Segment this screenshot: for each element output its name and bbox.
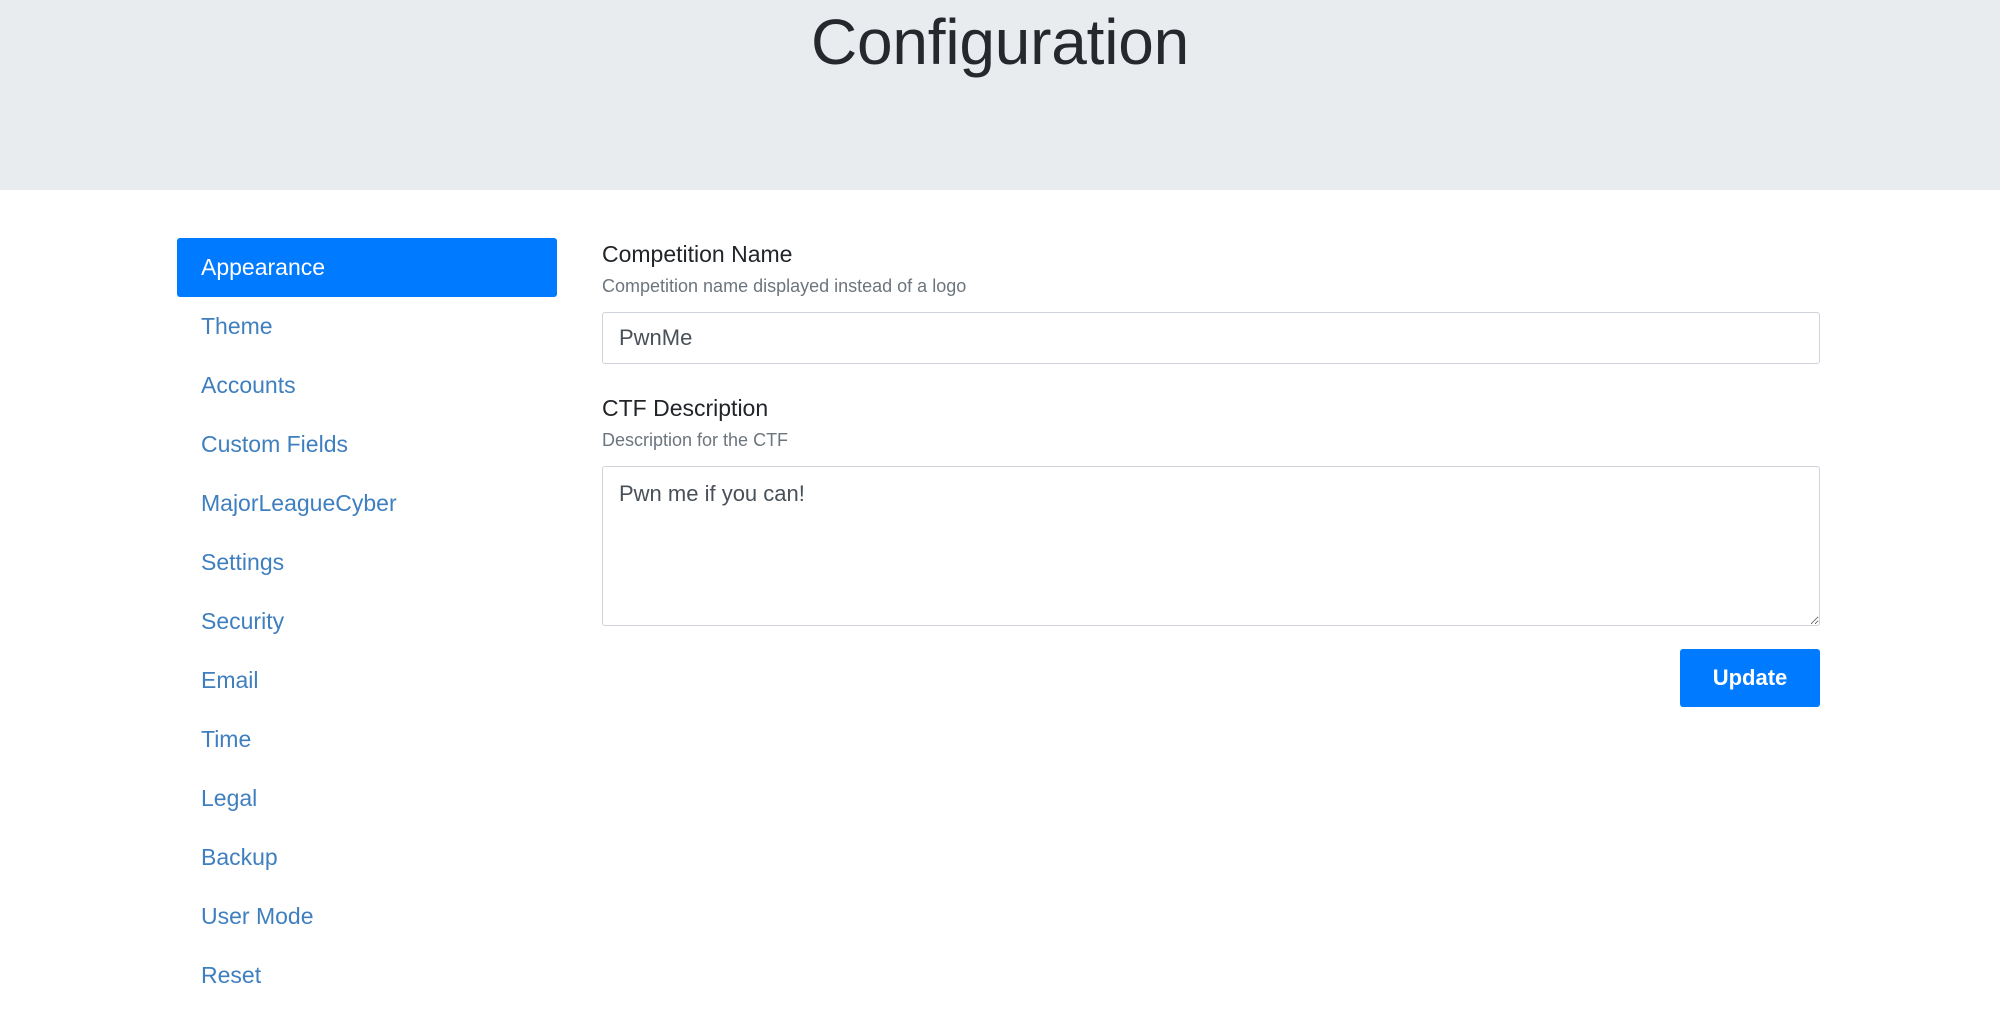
config-sidebar-nav: Appearance Theme Accounts Custom Fields … (177, 238, 557, 1005)
competition-name-help-text: Competition name displayed instead of a … (602, 275, 967, 296)
sidebar-item-custom-fields[interactable]: Custom Fields (177, 415, 557, 474)
sidebar-item-majorleaguecyber[interactable]: MajorLeagueCyber (177, 474, 557, 533)
sidebar-item-security[interactable]: Security (177, 592, 557, 651)
appearance-settings-form: Competition Name Competition name displa… (602, 238, 1820, 708)
ctf-description-group: CTF Description Description for the CTF … (602, 394, 1820, 627)
page-title: Configuration (810, 6, 1190, 78)
form-actions: Update (602, 626, 1820, 708)
sidebar-item-settings[interactable]: Settings (177, 533, 557, 592)
config-row: Appearance Theme Accounts Custom Fields … (0, 190, 2000, 1005)
competition-name-label: Competition Name (602, 241, 793, 267)
sidebar-item-appearance[interactable]: Appearance (177, 238, 557, 297)
page-header: Configuration (0, 0, 2000, 190)
sidebar-item-time[interactable]: Time (177, 710, 557, 769)
sidebar-item-accounts[interactable]: Accounts (177, 356, 557, 415)
ctf-description-help-text: Description for the CTF (602, 429, 789, 450)
competition-name-group: Competition Name Competition name displa… (602, 240, 1820, 365)
page-content: Appearance Theme Accounts Custom Fields … (0, 190, 2000, 1005)
competition-name-input[interactable] (602, 312, 1820, 365)
sidebar-item-reset[interactable]: Reset (177, 946, 557, 1005)
sidebar-item-backup[interactable]: Backup (177, 828, 557, 887)
update-button[interactable]: Update (1680, 649, 1820, 708)
ctf-description-textarea[interactable]: Pwn me if you can! (602, 466, 1820, 627)
sidebar-item-theme[interactable]: Theme (177, 297, 557, 356)
ctf-description-label: CTF Description (602, 395, 769, 422)
sidebar-item-user-mode[interactable]: User Mode (177, 887, 557, 946)
sidebar-item-legal[interactable]: Legal (177, 769, 557, 828)
sidebar-item-email[interactable]: Email (177, 651, 557, 710)
form-spacer (602, 364, 1820, 394)
